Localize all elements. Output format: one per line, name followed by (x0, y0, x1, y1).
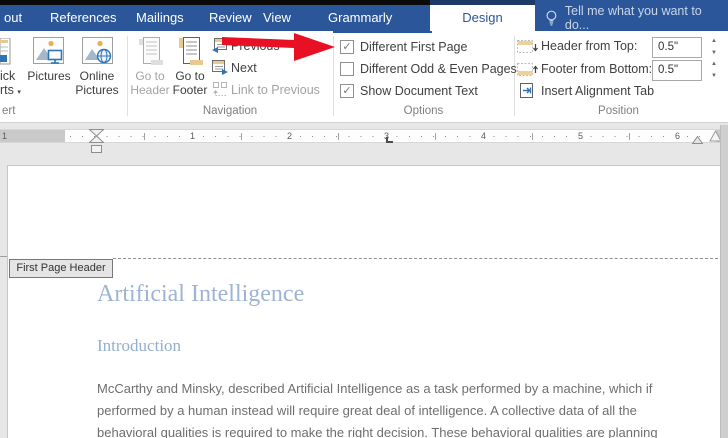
insert-alignment-tab-icon (519, 83, 535, 99)
checkbox-different-first-page[interactable]: ✓ Different First Page (340, 40, 510, 56)
go-to-footer-icon (177, 36, 204, 67)
ruler-number: 2 (285, 130, 294, 142)
quick-parts-label-1[interactable]: ick (0, 69, 15, 83)
header-from-top-spinner[interactable]: ▲ ▼ (706, 37, 722, 58)
ruler-margin-number: 1 (2, 130, 7, 142)
quick-parts-label-2[interactable]: rts ▾ (0, 83, 21, 97)
header-from-top-label: Header from Top: (541, 39, 637, 53)
header-boundary-tick (0, 256, 7, 257)
header-boundary-dashed-line (113, 258, 718, 259)
check-mark-icon: ✓ (341, 41, 353, 53)
checkbox-show-document-text[interactable]: ✓ Show Document Text (340, 84, 510, 100)
red-callout-arrow (222, 32, 336, 62)
check-mark-icon: ✓ (341, 85, 353, 97)
ruler-number: 6 (673, 130, 682, 142)
body-text-line[interactable]: behavioral qualities is required to make… (97, 425, 658, 438)
right-indent-marker[interactable] (692, 136, 703, 144)
body-text-line[interactable]: performed by a human instead will requir… (97, 403, 637, 418)
group-separator (514, 36, 515, 116)
link-to-previous-icon (212, 82, 228, 97)
tab-mailings[interactable]: Mailings (136, 5, 184, 31)
first-page-header-tag: First Page Header (9, 259, 113, 278)
document-heading-introduction[interactable]: Introduction (97, 336, 181, 356)
spinner-down-icon[interactable]: ▼ (706, 49, 722, 58)
navigation-group-label: Navigation (127, 105, 333, 117)
online-pictures-button[interactable]: Online Pictures (74, 34, 120, 120)
tab-references[interactable]: References (50, 5, 116, 31)
checkbox-different-odd-even[interactable]: Different Odd & Even Pages (340, 62, 510, 78)
header-from-top-icon (517, 40, 539, 55)
indent-markers-icon[interactable] (89, 129, 104, 143)
show-document-text-label: Show Document Text (360, 84, 478, 98)
document-title[interactable]: Artificial Intelligence (97, 281, 304, 308)
pictures-icon (33, 37, 64, 65)
options-group-label: Options (333, 105, 514, 117)
insert-alignment-tab-label: Insert Alignment Tab (541, 84, 654, 98)
footer-from-bottom-label: Footer from Bottom: (541, 62, 652, 76)
spinner-up-icon[interactable]: ▲ (706, 60, 722, 69)
online-pictures-label-2: Pictures (74, 83, 120, 97)
pictures-label: Pictures (26, 69, 72, 83)
insert-alignment-tab-button[interactable]: Insert Alignment Tab (519, 83, 719, 101)
tab-design-active[interactable]: Design (430, 5, 535, 31)
tab-layout-cut[interactable]: out (4, 5, 22, 31)
ruler-number: 4 (479, 130, 488, 142)
left-indent-marker[interactable] (91, 145, 102, 153)
footer-from-bottom-row: Footer from Bottom: 0.5" ▲ ▼ (517, 61, 727, 81)
different-odd-even-label: Different Odd & Even Pages (360, 62, 517, 76)
quick-parts-label-2-text: rts (0, 83, 14, 97)
next-icon (212, 60, 228, 75)
position-group-label: Position (514, 105, 723, 117)
tab-view[interactable]: View (263, 5, 291, 31)
vertical-scrollbar[interactable] (720, 125, 728, 438)
quick-parts-icon[interactable] (0, 38, 11, 65)
link-to-previous-label: Link to Previous (231, 83, 320, 97)
online-pictures-icon (82, 37, 113, 65)
go-to-footer-label-1: Go to (168, 69, 212, 83)
footer-from-bottom-input[interactable]: 0.5" (652, 60, 702, 81)
header-from-top-input[interactable]: 0.5" (652, 37, 702, 58)
lightbulb-icon (545, 10, 558, 26)
next-button[interactable]: Next (212, 60, 330, 77)
tab-review[interactable]: Review (209, 5, 252, 31)
link-to-previous-button[interactable]: Link to Previous (212, 82, 330, 99)
different-first-page-label: Different First Page (360, 40, 467, 54)
dropdown-caret-icon: ▾ (17, 89, 21, 96)
ruler-half-ticks (144, 133, 710, 140)
tab-stop-marker[interactable] (386, 137, 393, 143)
word-window: out References Mailings Review View Gram… (0, 0, 728, 438)
different-odd-even-checkbox[interactable] (340, 62, 354, 76)
online-pictures-label-1: Online (74, 69, 120, 83)
go-to-footer-label-2: Footer (168, 83, 212, 97)
spinner-down-icon[interactable]: ▼ (706, 72, 722, 81)
go-to-header-icon (137, 36, 164, 67)
horizontal-ruler[interactable]: 1 2 3 4 5 6 1 (0, 129, 720, 143)
show-document-text-checkbox[interactable]: ✓ (340, 84, 354, 98)
body-text-line[interactable]: McCarthy and Minsky, described Artificia… (97, 381, 652, 396)
tell-me-label: Tell me what you want to do... (565, 4, 728, 32)
next-label: Next (231, 61, 257, 75)
footer-from-bottom-spinner[interactable]: ▲ ▼ (706, 60, 722, 81)
different-first-page-checkbox[interactable]: ✓ (340, 40, 354, 54)
go-to-header-label-2: Header (128, 83, 172, 97)
go-to-header-label-1: Go to (128, 69, 172, 83)
ruler-number: 1 (188, 130, 197, 142)
ruler-left-margin (0, 130, 65, 142)
tab-grammarly[interactable]: Grammarly (328, 5, 392, 31)
pictures-button[interactable]: Pictures (26, 34, 72, 120)
tell-me-box[interactable]: Tell me what you want to do... (545, 5, 728, 31)
contextual-underline (333, 31, 432, 33)
ruler-number: 5 (576, 130, 585, 142)
footer-from-bottom-icon (517, 63, 539, 78)
spinner-up-icon[interactable]: ▲ (706, 37, 722, 46)
header-from-top-row: Header from Top: 0.5" ▲ ▼ (517, 38, 727, 58)
